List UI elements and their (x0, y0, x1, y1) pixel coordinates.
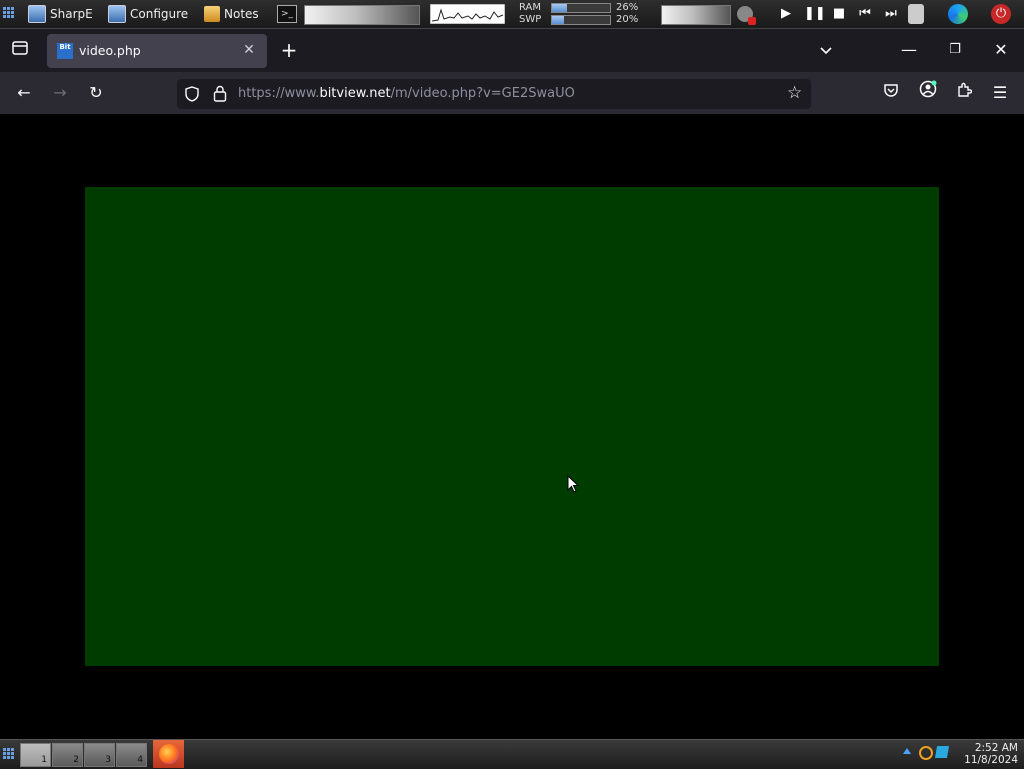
new-tab-icon[interactable]: + (275, 36, 303, 64)
url-text[interactable]: https://www.bitview.net/m/video.php?v=GE… (238, 86, 575, 101)
mouse-cursor-icon (567, 475, 579, 493)
url-host: bitview.net (319, 86, 391, 101)
notes-icon (204, 6, 220, 22)
firefox-icon (159, 744, 179, 764)
url-path: /m/video.php?v=GE2SwaUO (390, 86, 575, 101)
cpu-gauge (304, 5, 420, 25)
url-prefix: https://www. (238, 86, 320, 101)
launcher-notes[interactable]: Notes (204, 0, 259, 28)
pocket-icon[interactable] (877, 79, 905, 107)
start-menu-icon[interactable] (3, 748, 14, 759)
volume-gauge[interactable] (661, 5, 731, 25)
launcher-label: SharpE (50, 7, 93, 21)
workspace-2[interactable]: 2 (52, 743, 83, 767)
tab-title: video.php (79, 43, 141, 58)
workspace-1[interactable]: 1 (20, 743, 51, 767)
swp-value: 20% (616, 14, 639, 25)
restore-icon[interactable]: ❐ (941, 36, 969, 64)
browser-tab-bar: Bit video.php ✕ + — ❐ ✕ (0, 29, 1024, 72)
monitor-icon (28, 5, 46, 23)
extensions-icon[interactable] (950, 79, 978, 107)
firefox-view-icon[interactable] (6, 36, 34, 64)
account-icon[interactable] (914, 79, 942, 107)
reload-icon[interactable]: ↻ (82, 79, 110, 107)
swp-label: SWP (519, 14, 542, 25)
ram-label: RAM (519, 2, 542, 13)
launcher-configure[interactable]: Configure (108, 0, 188, 28)
next-track-icon[interactable]: ⏭ (882, 5, 900, 23)
system-panel: SharpE Configure Notes >_ RAM SWP 26% 20… (0, 0, 1024, 29)
monitor-icon (108, 5, 126, 23)
network-disconnected-icon[interactable] (737, 6, 756, 25)
firefox-taskbar-button[interactable] (153, 740, 184, 768)
ram-value: 26% (616, 2, 639, 13)
app-menu-icon[interactable] (3, 7, 14, 18)
lock-icon[interactable] (213, 85, 227, 105)
back-icon[interactable]: ← (10, 79, 38, 107)
play-icon[interactable]: ▶ (777, 5, 795, 23)
video-player[interactable] (85, 187, 939, 666)
clock-time: 2:52 AM (974, 742, 1018, 754)
launcher-label: Notes (224, 7, 259, 21)
search-icon[interactable] (919, 746, 933, 760)
app-menu-hamburger-icon[interactable]: ☰ (986, 79, 1014, 107)
tab-video-php[interactable]: Bit video.php ✕ (47, 34, 267, 68)
list-all-tabs-icon[interactable] (812, 36, 840, 64)
launcher-sharpe[interactable]: SharpE (28, 0, 93, 28)
close-window-icon[interactable]: ✕ (987, 36, 1015, 64)
usb-device-icon[interactable] (908, 4, 924, 24)
url-bar[interactable]: https://www.bitview.net/m/video.php?v=GE… (177, 79, 811, 109)
workspace-4[interactable]: 4 (116, 743, 147, 767)
swp-bar (551, 15, 611, 25)
previous-track-icon[interactable]: ⏮ (856, 5, 874, 23)
tab-close-icon[interactable]: ✕ (241, 42, 257, 58)
power-icon[interactable]: ⏻ (991, 4, 1011, 24)
tracking-protection-shield-icon[interactable] (185, 86, 199, 105)
launcher-label: Configure (130, 7, 189, 21)
tray-expand-icon[interactable] (903, 748, 911, 754)
terminal-icon[interactable]: >_ (277, 5, 297, 23)
clock[interactable]: 2:52 AM 11/8/2024 (964, 742, 1018, 766)
ram-bar (551, 3, 611, 13)
edge-browser-icon[interactable] (948, 4, 968, 24)
network-graph (430, 4, 505, 24)
forward-icon[interactable]: → (46, 79, 74, 107)
stop-icon[interactable]: ■ (830, 5, 848, 23)
pause-icon[interactable]: ❚❚ (804, 5, 826, 23)
workspace-3[interactable]: 3 (84, 743, 115, 767)
clock-date: 11/8/2024 (964, 754, 1018, 766)
bookmark-star-icon[interactable]: ☆ (787, 85, 802, 102)
tray-app-icon[interactable] (934, 746, 950, 758)
taskbar: 1 2 3 4 2:52 AM 11/8/2024 (0, 739, 1024, 769)
minimize-icon[interactable]: — (895, 36, 923, 64)
bitview-favicon-icon: Bit (57, 43, 73, 59)
